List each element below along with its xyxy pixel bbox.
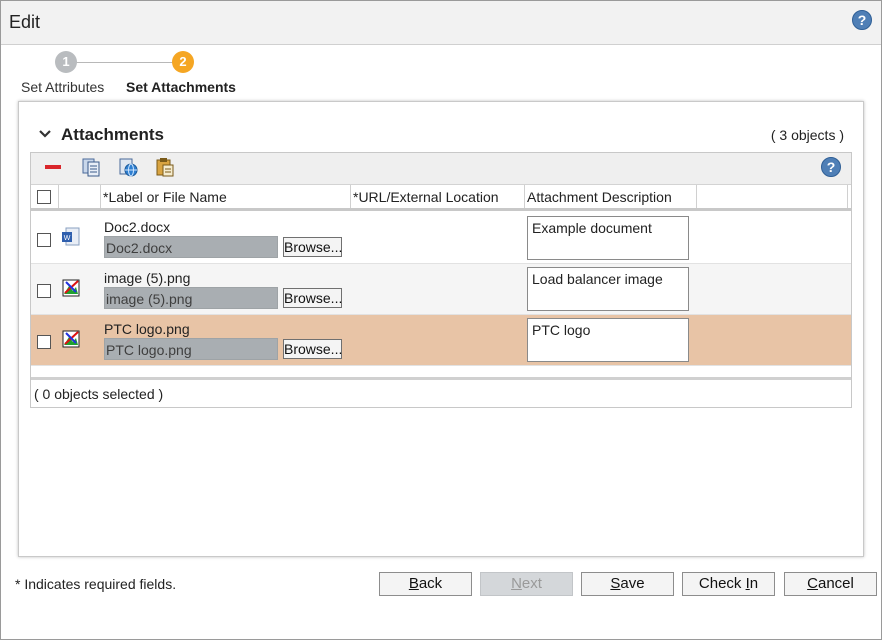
row-checkbox[interactable]	[37, 233, 51, 247]
title-bar: Edit ?	[1, 1, 881, 45]
description-field[interactable]: Load balancer image	[527, 267, 689, 311]
step-2-indicator[interactable]: 2	[172, 51, 194, 73]
word-document-icon: W	[62, 227, 80, 246]
file-label: Doc2.docx	[104, 219, 171, 235]
image-file-icon	[62, 279, 80, 297]
step-1-indicator[interactable]: 1	[55, 51, 77, 73]
label-column-header[interactable]: *Label or File Name	[101, 185, 351, 208]
row-checkbox[interactable]	[37, 335, 51, 349]
file-path-field[interactable]: Doc2.docx	[104, 236, 278, 258]
empty-column-header	[697, 185, 848, 208]
image-file-icon	[62, 330, 80, 348]
table-header: *Label or File Name *URL/External Locati…	[31, 185, 851, 211]
step-connector	[70, 62, 178, 63]
cancel-button[interactable]: Cancel	[784, 572, 877, 596]
back-button[interactable]: Back	[379, 572, 472, 596]
add-url-icon[interactable]	[118, 157, 138, 177]
next-mnemonic: N	[511, 575, 522, 592]
back-mnemonic: B	[408, 575, 419, 592]
selected-count: ( 0 objects selected )	[34, 386, 164, 402]
check-in-prefix: Check	[698, 575, 746, 592]
browse-button[interactable]: Browse...	[283, 237, 342, 257]
copy-icon[interactable]	[81, 157, 101, 177]
check-in-label: n	[749, 575, 759, 592]
save-mnemonic: S	[610, 575, 621, 592]
step-1-label[interactable]: Set Attributes	[21, 79, 104, 95]
next-button[interactable]: Next	[480, 572, 573, 596]
help-icon[interactable]: ?	[852, 10, 872, 30]
table-toolbar	[31, 153, 851, 185]
table-footer: ( 0 objects selected )	[31, 377, 851, 407]
cancel-label: ancel	[817, 575, 854, 592]
table-help-icon[interactable]: ?	[821, 157, 841, 177]
file-label: image (5).png	[104, 270, 191, 286]
dialog-title: Edit	[9, 12, 41, 32]
save-button[interactable]: Save	[581, 572, 674, 596]
browse-button[interactable]: Browse...	[283, 288, 342, 308]
next-label: ext	[521, 575, 542, 592]
cancel-mnemonic: C	[807, 575, 818, 592]
table-row-selected[interactable]: PTC logo.png PTC logo.png Browse... PTC …	[31, 315, 851, 366]
browse-button[interactable]: Browse...	[283, 339, 342, 359]
file-path-field[interactable]: image (5).png	[104, 287, 278, 309]
back-label: ack	[418, 575, 443, 592]
select-all-cell	[31, 185, 59, 208]
remove-icon[interactable]	[43, 157, 63, 177]
description-column-header[interactable]: Attachment Description	[525, 185, 697, 208]
file-label: PTC logo.png	[104, 321, 190, 337]
svg-text:W: W	[64, 235, 71, 242]
check-in-button[interactable]: Check In	[682, 572, 775, 596]
row-checkbox[interactable]	[37, 284, 51, 298]
step-2-label[interactable]: Set Attachments	[126, 79, 236, 95]
required-fields-note: * Indicates required fields.	[15, 576, 177, 592]
description-field[interactable]: PTC logo	[527, 318, 689, 362]
description-field[interactable]: Example document	[527, 216, 689, 260]
table-row[interactable]: image (5).png image (5).png Browse... Lo…	[31, 264, 851, 315]
url-column-header[interactable]: *URL/External Location	[351, 185, 525, 208]
type-column-header	[59, 185, 101, 208]
section-title: Attachments	[61, 125, 164, 144]
table-row[interactable]: W Doc2.docx Doc2.docx Browse... Example …	[31, 213, 851, 264]
file-path-field[interactable]: PTC logo.png	[104, 338, 278, 360]
paste-icon[interactable]	[155, 157, 175, 177]
chevron-down-icon[interactable]	[38, 127, 52, 141]
object-count: ( 3 objects )	[770, 127, 844, 143]
save-label: ave	[620, 575, 645, 592]
select-all-checkbox[interactable]	[37, 190, 51, 204]
